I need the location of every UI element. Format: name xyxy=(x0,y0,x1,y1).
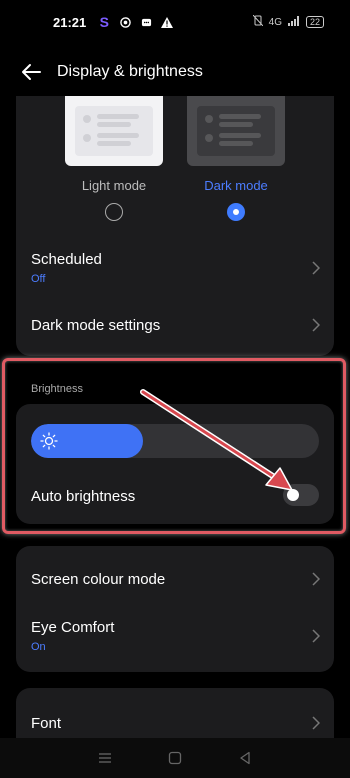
eye-comfort-row[interactable]: Eye Comfort On xyxy=(31,616,320,656)
back-triangle-icon[interactable] xyxy=(238,751,252,765)
dark-mode-label: Dark mode xyxy=(204,178,268,193)
sun-icon xyxy=(40,432,58,450)
scheduled-row[interactable]: Scheduled Off xyxy=(31,248,320,288)
preview-line xyxy=(219,141,253,146)
preview-line xyxy=(97,114,139,119)
system-indicators: 4G 22 xyxy=(252,14,324,29)
screen-colour-mode-row[interactable]: Screen colour mode xyxy=(31,569,320,589)
warning-icon xyxy=(161,16,174,28)
navigation-bar xyxy=(0,738,350,778)
brightness-card: Auto brightness xyxy=(16,404,334,524)
brightness-slider[interactable] xyxy=(31,424,319,458)
chevron-right-icon xyxy=(312,261,320,275)
dark-mode-preview[interactable] xyxy=(187,96,285,166)
home-icon[interactable] xyxy=(168,751,182,765)
scheduled-value: Off xyxy=(31,273,46,285)
preview-line xyxy=(219,133,261,138)
chevron-right-icon xyxy=(312,318,320,332)
theme-card: Light mode Dark mode Scheduled Off Dark … xyxy=(16,96,334,356)
light-mode-preview[interactable] xyxy=(65,96,163,166)
screen-colour-mode-title: Screen colour mode xyxy=(31,570,166,588)
preview-line xyxy=(219,114,261,119)
app-header: Display & brightness xyxy=(0,52,350,92)
eye-comfort-value: On xyxy=(31,641,46,653)
display-settings-card: Screen colour mode Eye Comfort On xyxy=(16,546,334,672)
font-row[interactable]: Font xyxy=(31,713,320,733)
message-icon xyxy=(140,16,152,28)
scheduled-text: Scheduled Off xyxy=(31,251,102,285)
auto-brightness-row: Auto brightness xyxy=(31,486,320,506)
preview-panel xyxy=(197,106,275,156)
preview-line xyxy=(219,122,253,127)
preview-line xyxy=(97,141,131,146)
auto-brightness-label: Auto brightness xyxy=(31,487,136,505)
preview-dot xyxy=(83,134,91,142)
status-bar: 21:21 S 4G 22 xyxy=(0,0,350,44)
s-app-icon: S xyxy=(99,14,109,30)
font-title: Font xyxy=(31,714,62,732)
chrome-icon xyxy=(119,16,131,28)
preview-dot xyxy=(205,134,213,142)
notification-icons: S xyxy=(98,14,174,30)
chevron-right-icon xyxy=(312,716,320,730)
chevron-right-icon xyxy=(312,629,320,643)
signal-icon xyxy=(287,15,300,29)
dark-mode-radio[interactable] xyxy=(227,203,245,221)
back-arrow-icon[interactable] xyxy=(20,61,42,83)
light-mode-label: Light mode xyxy=(81,178,147,193)
page-title: Display & brightness xyxy=(57,63,203,80)
chevron-right-icon xyxy=(312,572,320,586)
mute-icon xyxy=(252,14,264,29)
preview-line xyxy=(97,133,139,138)
battery-icon: 22 xyxy=(305,16,324,28)
dark-mode-settings-title: Dark mode settings xyxy=(31,316,161,334)
preview-line xyxy=(97,122,131,127)
brightness-section-label: Brightness xyxy=(31,383,83,395)
preview-dot xyxy=(205,115,213,123)
menu-icon[interactable] xyxy=(98,751,112,765)
scheduled-title: Scheduled xyxy=(31,251,102,268)
preview-panel xyxy=(75,106,153,156)
dark-mode-settings-row[interactable]: Dark mode settings xyxy=(31,314,320,336)
status-time: 21:21 xyxy=(53,14,87,30)
brightness-slider-fill[interactable] xyxy=(31,424,144,458)
eye-comfort-title: Eye Comfort xyxy=(31,619,115,636)
eye-comfort-text: Eye Comfort On xyxy=(31,619,114,653)
light-mode-radio[interactable] xyxy=(105,203,123,221)
preview-dot xyxy=(83,115,91,123)
auto-brightness-toggle[interactable] xyxy=(283,484,319,506)
network-label: 4G xyxy=(268,16,282,28)
